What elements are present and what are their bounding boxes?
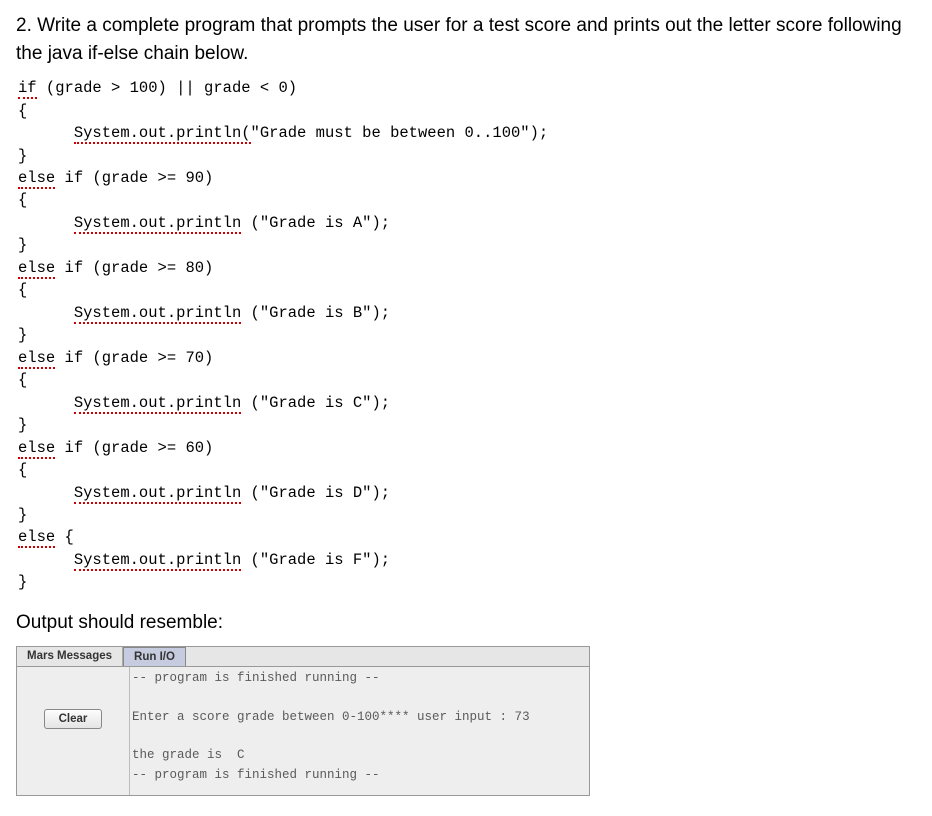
code-token: System.out.println [74,551,241,571]
code-token: { [18,191,27,209]
console-body: Clear -- program is finished running -- … [17,667,589,795]
code-token: } [18,147,27,165]
console-panel: Mars Messages Run I/O Clear -- program i… [16,646,590,796]
code-token [18,124,74,142]
code-token: ("Grade is F"); [241,551,390,569]
code-token: if (grade >= 70) [55,349,213,367]
code-token: else [18,528,55,548]
code-token: { [18,281,27,299]
clear-button[interactable]: Clear [44,709,103,729]
code-token: "Grade must be between 0..100"); [251,124,549,142]
code-token [18,394,74,412]
code-token: System.out.println [74,304,241,324]
question-text: 2. Write a complete program that prompts… [16,12,916,67]
code-token: { [18,461,27,479]
code-token: System.out.println [74,484,241,504]
code-token: } [18,506,27,524]
code-token: System.out.println [74,214,241,234]
code-token: } [18,326,27,344]
code-token: else [18,349,55,369]
code-token: if [18,79,37,99]
code-token: } [18,573,27,591]
code-token: System.out.println( [74,124,251,144]
code-token [18,484,74,502]
code-token: if (grade >= 80) [55,259,213,277]
code-token: if (grade >= 60) [55,439,213,457]
code-token: (grade > 100) || grade < 0) [37,79,297,97]
code-token: { [18,102,27,120]
code-token: else [18,169,55,189]
code-token [18,304,74,322]
code-token: ("Grade is C"); [241,394,390,412]
console-side-controls: Clear [17,667,129,795]
output-heading: Output should resemble: [16,612,916,634]
code-token: { [55,528,74,546]
code-token: { [18,371,27,389]
code-block: if (grade > 100) || grade < 0) { System.… [18,77,916,594]
code-token: } [18,416,27,434]
tab-row: Mars Messages Run I/O [17,647,589,667]
code-token [18,214,74,232]
console-output: -- program is finished running -- Enter … [129,667,589,795]
tab-mars-messages[interactable]: Mars Messages [17,647,123,666]
code-token [18,551,74,569]
code-token: } [18,236,27,254]
code-token: System.out.println [74,394,241,414]
code-token: ("Grade is D"); [241,484,390,502]
code-token: if (grade >= 90) [55,169,213,187]
tab-run-io[interactable]: Run I/O [123,647,186,666]
code-token: ("Grade is A"); [241,214,390,232]
code-token: else [18,439,55,459]
code-token: else [18,259,55,279]
code-token: ("Grade is B"); [241,304,390,322]
